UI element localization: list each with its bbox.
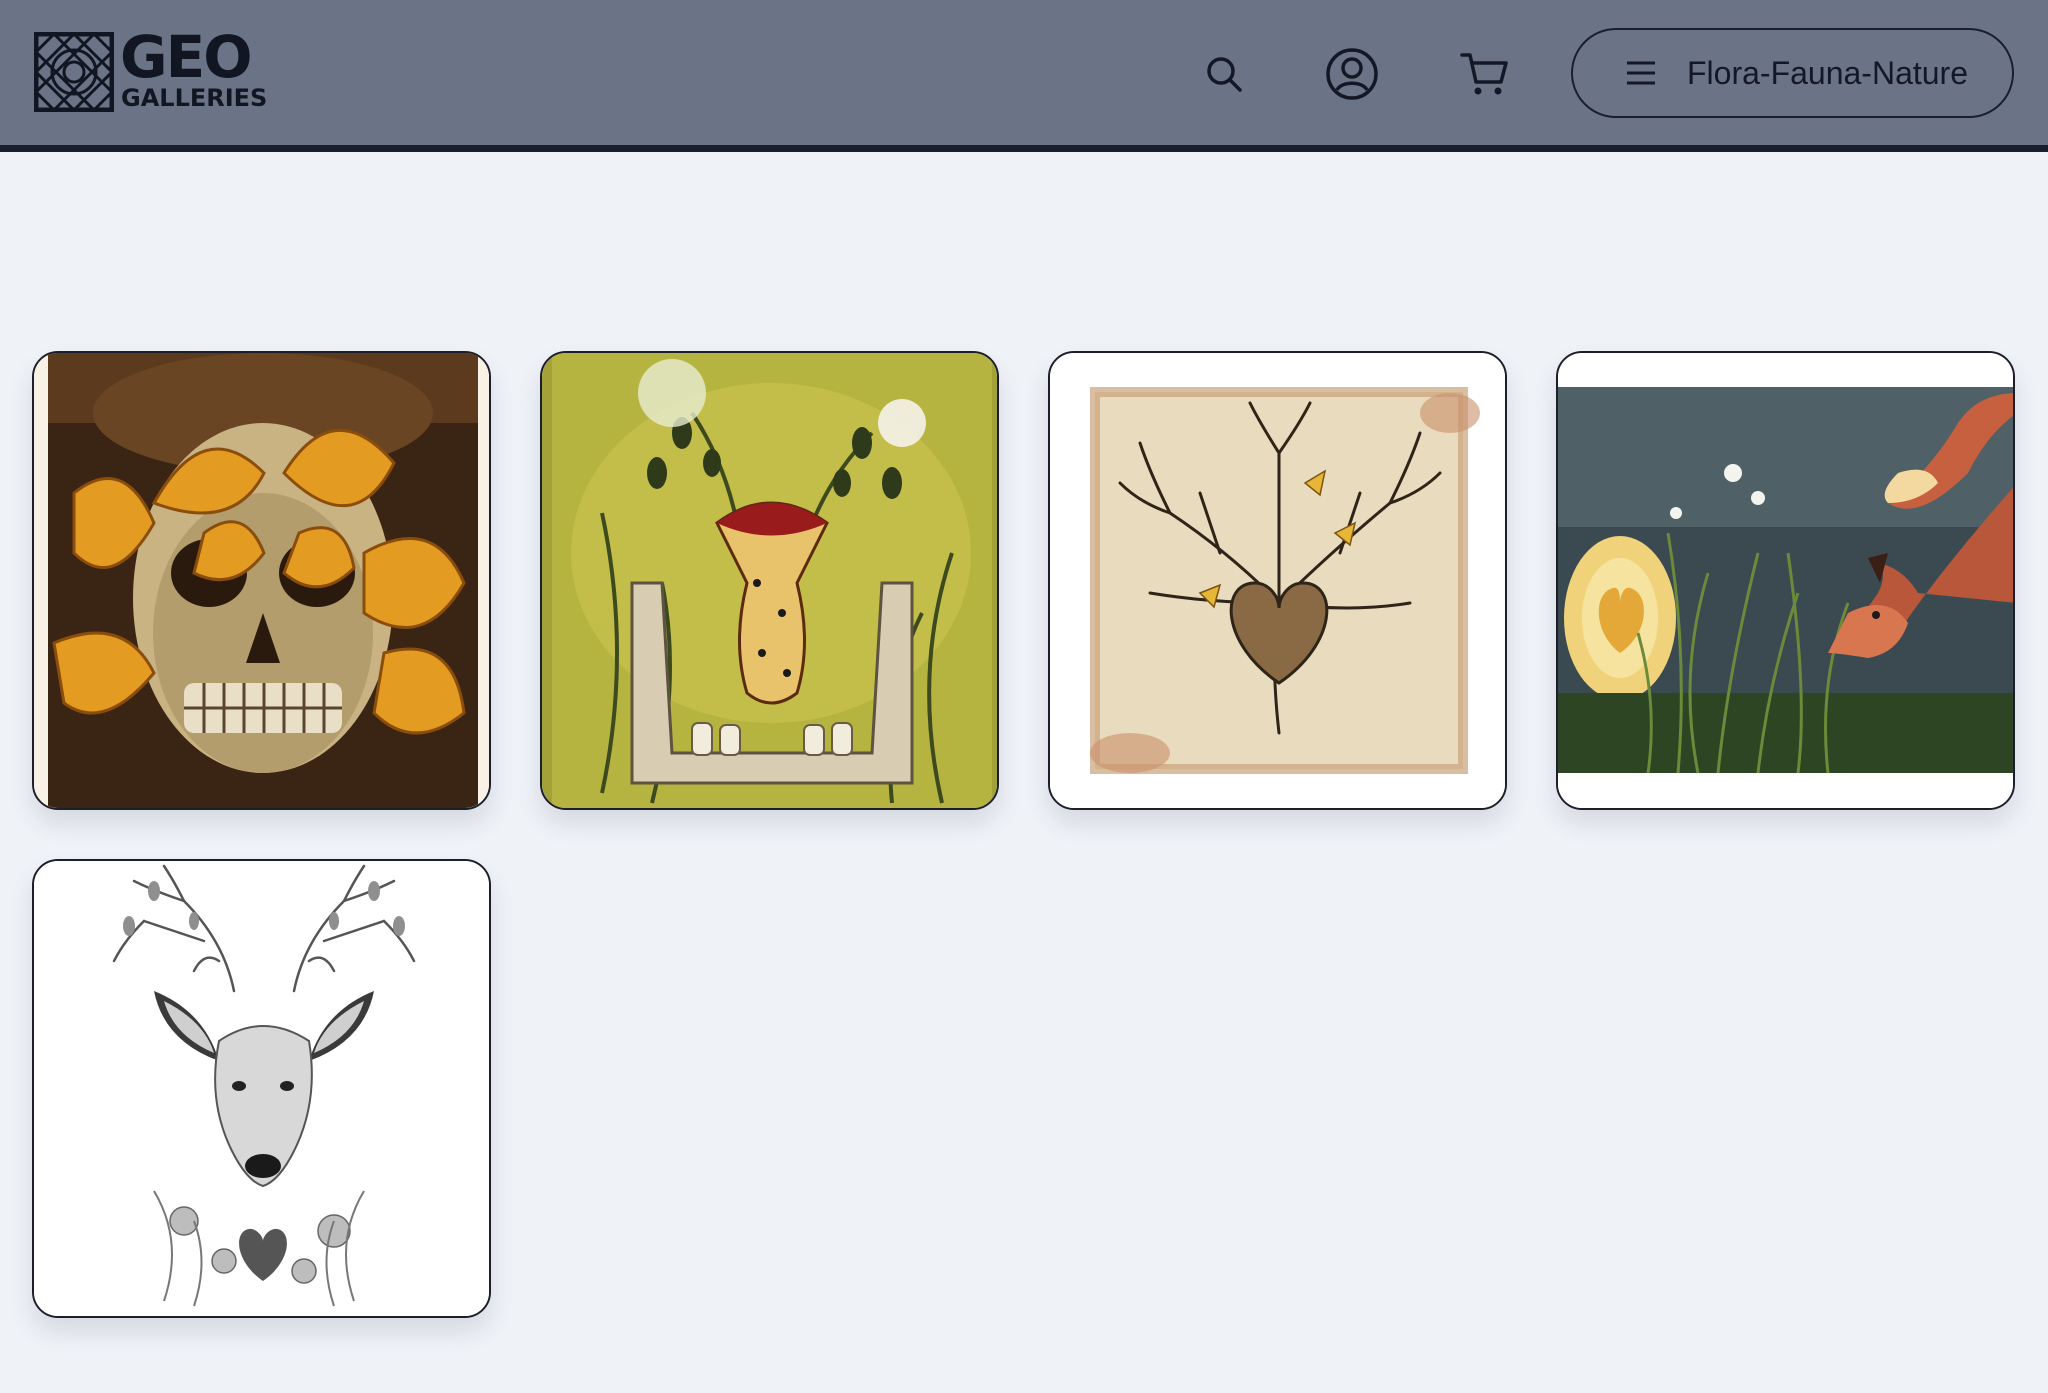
site-header: GEO GALLERIES Flora-Fauna-Nature (0, 0, 2048, 152)
fox-heart-artwork (1558, 353, 2013, 808)
gallery-item-apple-core-jaw[interactable] (540, 351, 999, 810)
logo-text-geo: GEO (120, 23, 253, 91)
cart-icon (1460, 53, 1508, 95)
category-menu-button[interactable]: Flora-Fauna-Nature (1571, 28, 2014, 118)
geo-logo-icon (34, 32, 114, 112)
apple-core-jaw-artwork (542, 353, 997, 808)
gallery-item-ginkgo-skull[interactable] (32, 351, 491, 810)
site-logo[interactable]: GEO GALLERIES (34, 23, 274, 115)
cart-button[interactable] (1454, 44, 1514, 104)
logo-text-galleries: GALLERIES (121, 84, 268, 112)
gallery-item-fox-heart[interactable] (1556, 351, 2015, 810)
deer-branches-artwork (34, 861, 489, 1316)
ginkgo-skull-artwork (34, 353, 489, 808)
tree-heart-artwork (1050, 353, 1505, 808)
gallery-item-deer-branches[interactable] (32, 859, 491, 1318)
search-icon (1207, 57, 1242, 92)
search-button[interactable] (1194, 44, 1254, 104)
gallery-item-tree-heart[interactable] (1048, 351, 1507, 810)
hamburger-icon (1627, 61, 1655, 85)
category-menu-label: Flora-Fauna-Nature (1687, 54, 1968, 91)
account-button[interactable] (1322, 44, 1382, 104)
account-icon (1326, 48, 1378, 100)
